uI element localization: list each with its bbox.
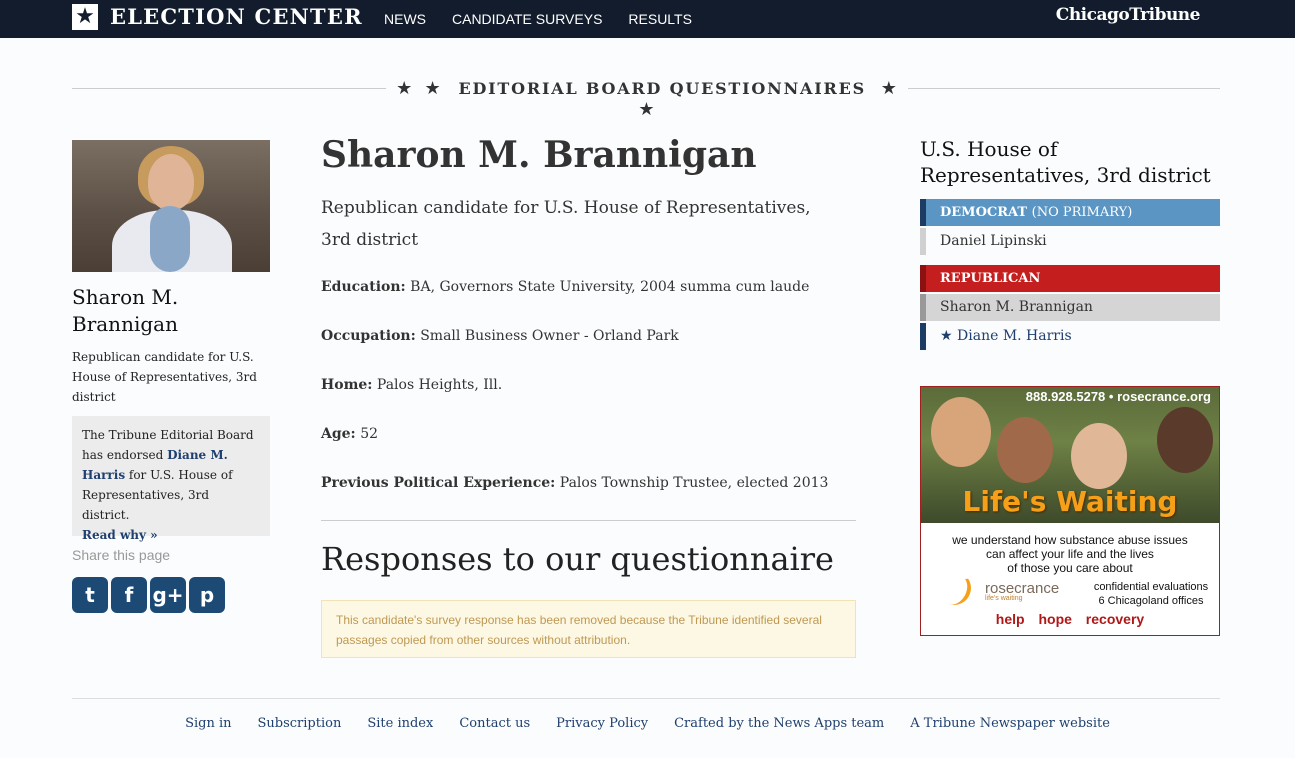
main-nav: NEWS CANDIDATE SURVEYS RESULTS [384, 0, 718, 38]
party-header-democrat: DEMOCRAT (NO PRIMARY) [920, 199, 1220, 226]
brand-link[interactable]: ★ ELECTION CENTER [72, 4, 363, 30]
social-share-buttons: t f g+ p [72, 577, 228, 613]
share-label: Share this page [72, 547, 171, 563]
footer-site-index[interactable]: Site index [367, 716, 433, 731]
googleplus-icon[interactable]: g+ [150, 577, 186, 613]
twitter-icon[interactable]: t [72, 577, 108, 613]
footer-sign-in[interactable]: Sign in [185, 716, 231, 731]
nav-news[interactable]: NEWS [384, 11, 426, 27]
ad-confidential: confidential evaluations 6 Chicagoland of… [1093, 581, 1209, 607]
sidebar-candidate-description: Republican candidate for U.S. House of R… [72, 350, 257, 404]
ad-phone: 888.928.5278 • rosecrance.org [1025, 389, 1211, 404]
sidebar-candidate-name: Sharon M. Brannigan [72, 285, 179, 336]
field-age: Age: 52 [321, 426, 379, 442]
content-divider [321, 520, 856, 521]
candidate-name: Sharon M. Brannigan [321, 134, 757, 176]
brand-title: ELECTION CENTER [110, 4, 363, 29]
candidate-link-lipinski[interactable]: Daniel Lipinski [920, 228, 1220, 255]
endorsement-box: The Tribune Editorial Board has endorsed… [72, 416, 270, 542]
section-rule-left [72, 88, 386, 89]
candidate-photo [72, 140, 270, 272]
field-education: Education: BA, Governors State Universit… [321, 279, 810, 295]
ad-headline: Life's Waiting [962, 485, 1178, 518]
field-political-experience: Previous Political Experience: Palos Tow… [321, 475, 829, 491]
endorsed-star-icon: ★ [940, 328, 953, 344]
footer-news-apps[interactable]: Crafted by the News Apps team [674, 716, 884, 731]
removed-response-notice: This candidate's survey response has bee… [321, 600, 856, 658]
party-header-republican: REPUBLICAN [920, 265, 1220, 292]
nav-results[interactable]: RESULTS [628, 11, 692, 27]
responses-heading: Responses to our questionnaire [321, 540, 834, 578]
footer-privacy-policy[interactable]: Privacy Policy [556, 716, 648, 731]
field-home: Home: Palos Heights, Ill. [321, 377, 503, 393]
race-title: U.S. House of Representatives, 3rd distr… [920, 137, 1211, 187]
ad-tagline: help hope recovery [995, 611, 1145, 627]
footer-contact-us[interactable]: Contact us [459, 716, 530, 731]
footer-rule [72, 698, 1220, 699]
advertisement[interactable]: 888.928.5278 • rosecrance.org Life's Wai… [920, 386, 1220, 636]
candidate-description: Republican candidate for U.S. House of R… [321, 198, 811, 250]
ad-logo: rosecrance life's waiting [985, 580, 1060, 602]
read-why-link[interactable]: Read why » [82, 525, 260, 545]
field-occupation: Occupation: Small Business Owner - Orlan… [321, 328, 679, 344]
pinterest-icon[interactable]: p [189, 577, 225, 613]
star-logo-icon: ★ [72, 4, 98, 30]
stars-icon: ★ ★ [396, 78, 444, 99]
footer-subscription[interactable]: Subscription [258, 716, 342, 731]
top-nav-bar: ★ ELECTION CENTER NEWS CANDIDATE SURVEYS… [0, 0, 1295, 38]
chicago-tribune-logo[interactable]: ChicagoTribune [1056, 5, 1201, 25]
footer-links: Sign in Subscription Site index Contact … [0, 716, 1295, 731]
nav-candidate-surveys[interactable]: CANDIDATE SURVEYS [452, 11, 602, 27]
footer-tribune-site[interactable]: A Tribune Newspaper website [910, 716, 1110, 731]
section-rule-right [908, 88, 1220, 89]
ad-body: we understand how substance abuse issues… [952, 533, 1188, 575]
section-title: EDITORIAL BOARD QUESTIONNAIRES [458, 79, 866, 98]
candidate-link-harris[interactable]: ★ Diane M. Harris [920, 323, 1220, 350]
candidate-link-brannigan[interactable]: Sharon M. Brannigan [920, 294, 1220, 321]
facebook-icon[interactable]: f [111, 577, 147, 613]
section-heading: ★ ★ EDITORIAL BOARD QUESTIONNAIRES ★ ★ [392, 78, 904, 120]
